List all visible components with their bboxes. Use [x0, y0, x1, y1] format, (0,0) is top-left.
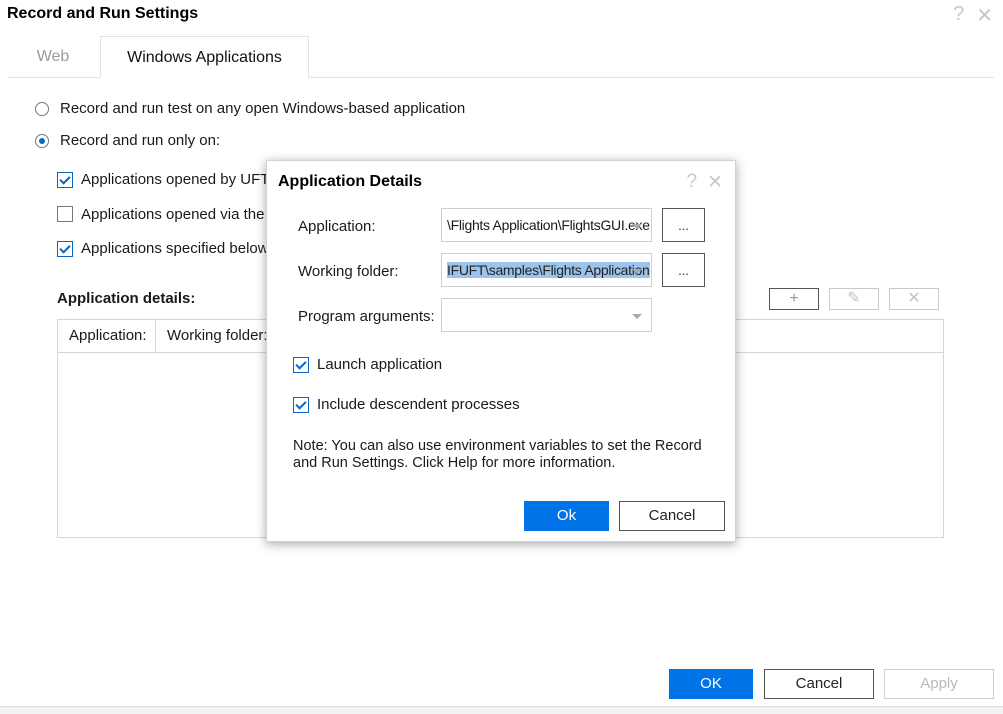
application-browse-button[interactable]: ... — [662, 208, 705, 242]
dialog-title-icons: ? ✕ — [687, 171, 724, 194]
launch-application-label: Launch application — [317, 356, 443, 373]
checkbox-opened-by-uft-label: Applications opened by UFT — [81, 171, 270, 188]
delete-button[interactable]: ✕ — [889, 288, 939, 310]
radio-any-application-label: Record and run test on any open Windows-… — [60, 100, 466, 117]
working-folder-value: IFUFT\samples\Flights Application — [447, 262, 650, 278]
radio-record-only-on[interactable] — [35, 134, 49, 148]
tab-windows-applications[interactable]: Windows Applications — [100, 36, 309, 78]
window-title-icons: ? ✕ — [953, 3, 993, 28]
cancel-button[interactable]: Cancel — [764, 669, 874, 699]
help-icon[interactable]: ? — [953, 3, 964, 28]
dialog-close-icon[interactable]: ✕ — [707, 171, 723, 194]
radio-any-application[interactable] — [35, 102, 49, 116]
dialog-ok-button[interactable]: Ok — [524, 501, 609, 531]
close-icon[interactable]: ✕ — [976, 3, 993, 28]
add-button[interactable]: + — [769, 288, 819, 310]
program-arguments-combo[interactable] — [441, 298, 652, 332]
dialog-cancel-button[interactable]: Cancel — [619, 501, 725, 531]
application-label: Application: — [298, 218, 376, 235]
edit-button[interactable]: ✎ — [829, 288, 879, 310]
application-value: \Flights Application\FlightsGUI.exe — [447, 217, 650, 233]
column-application[interactable]: Application: — [58, 320, 156, 352]
application-details-dialog: Application Details ? ✕ Application: \Fl… — [266, 160, 736, 542]
radio-record-only-on-label: Record and run only on: — [60, 132, 221, 149]
program-arguments-label: Program arguments: — [298, 308, 435, 325]
checkbox-opened-via-label: Applications opened via the D — [81, 206, 280, 223]
checkbox-specified-below[interactable] — [57, 241, 73, 257]
chevron-down-icon[interactable] — [632, 269, 642, 274]
tab-web[interactable]: Web — [7, 36, 99, 78]
checkbox-specified-below-label: Applications specified below — [81, 240, 269, 257]
ok-button[interactable]: OK — [669, 669, 753, 699]
checkbox-opened-by-uft[interactable] — [57, 172, 73, 188]
apply-button[interactable]: Apply — [884, 669, 994, 699]
chevron-down-icon[interactable] — [632, 224, 642, 229]
application-details-heading: Application details: — [57, 290, 196, 307]
working-folder-label: Working folder: — [298, 263, 399, 280]
dialog-note: Note: You can also use environment varia… — [293, 438, 702, 471]
dialog-title: Application Details — [278, 173, 423, 190]
working-folder-combo[interactable]: IFUFT\samples\Flights Application — [441, 253, 652, 287]
dialog-help-icon[interactable]: ? — [687, 171, 698, 194]
application-combo[interactable]: \Flights Application\FlightsGUI.exe — [441, 208, 652, 242]
checkbox-opened-via[interactable] — [57, 206, 73, 222]
launch-application-checkbox[interactable] — [293, 357, 309, 373]
include-descendent-label: Include descendent processes — [317, 396, 520, 413]
include-descendent-checkbox[interactable] — [293, 397, 309, 413]
window-title: Record and Run Settings — [7, 5, 199, 22]
chevron-down-icon[interactable] — [632, 314, 642, 319]
working-folder-browse-button[interactable]: ... — [662, 253, 705, 287]
